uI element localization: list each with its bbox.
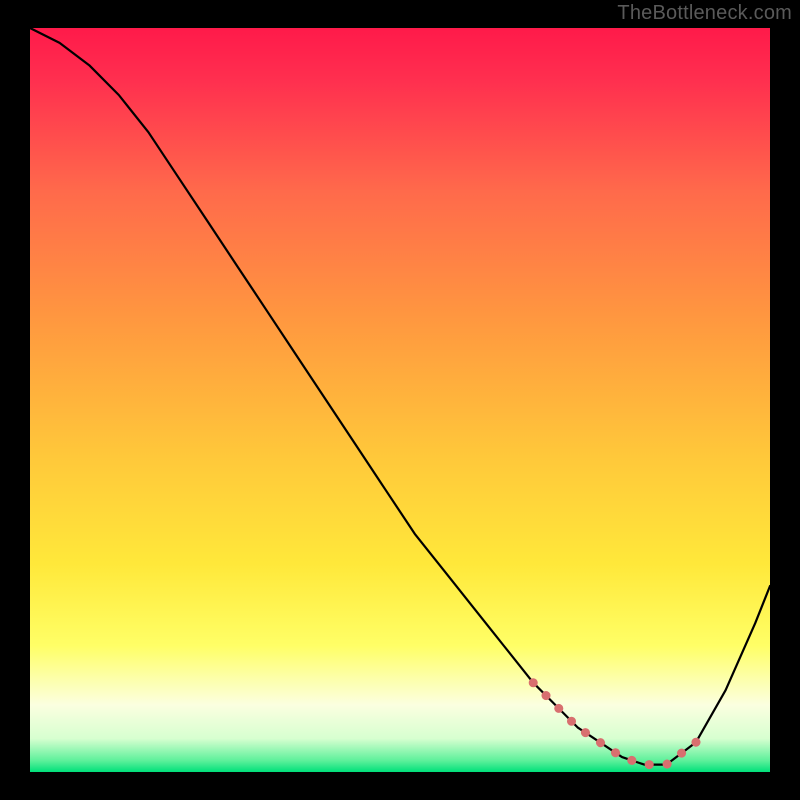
watermark-text: TheBottleneck.com (617, 2, 792, 25)
chart-svg (30, 28, 770, 772)
plot-area (30, 28, 770, 772)
gradient-background (30, 28, 770, 772)
chart-frame: TheBottleneck.com (0, 0, 800, 800)
